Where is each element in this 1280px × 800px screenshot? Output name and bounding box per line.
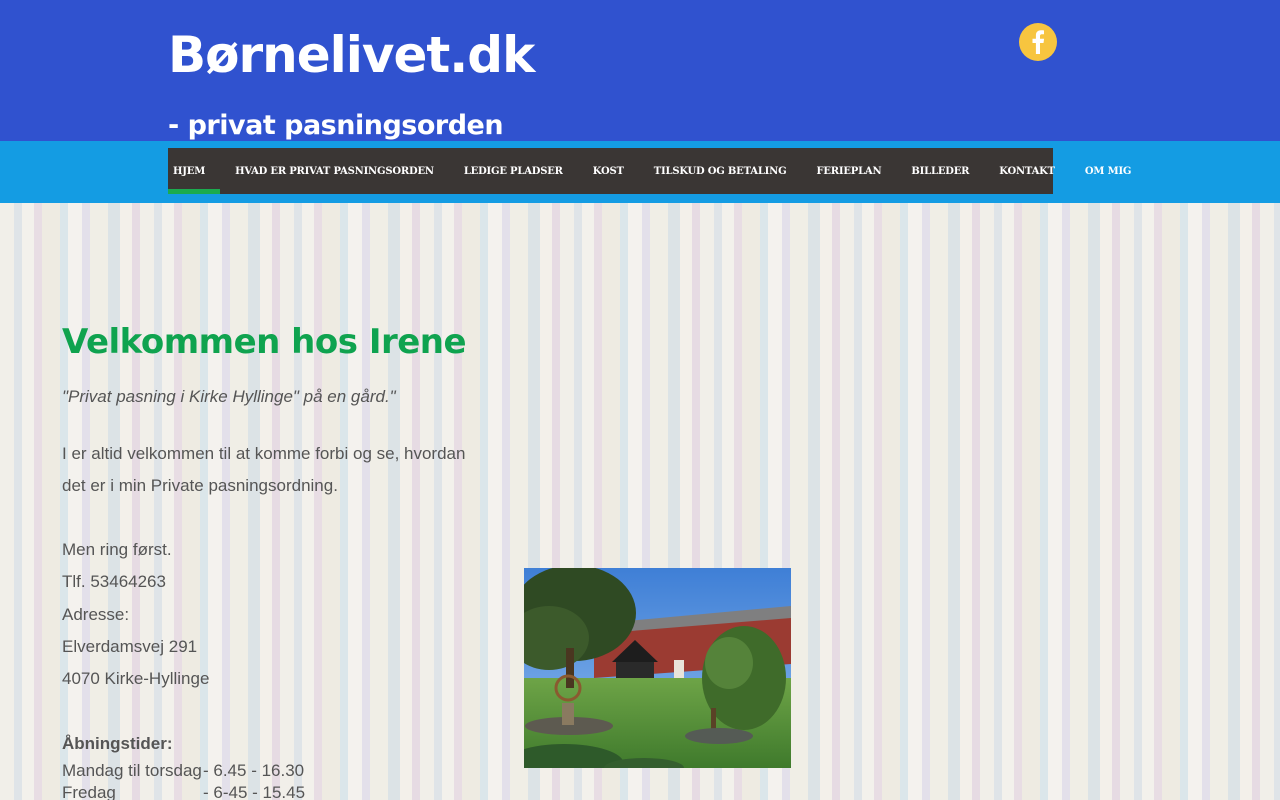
address-street: Elverdamsvej 291	[62, 637, 198, 656]
nav-item-kost[interactable]: KOST	[578, 148, 639, 194]
hours-row-days: Fredag	[62, 783, 116, 800]
hours-row-time: - 6.45 - 16.30	[203, 761, 305, 780]
site-title[interactable]: Børnelivet.dk	[168, 20, 535, 90]
address-label: Adresse:	[62, 605, 130, 624]
nav-item-hvad-er-privat-pasningsorden[interactable]: HVAD ER PRIVAT PASNINGSORDEN	[220, 148, 449, 194]
main-nav: HJEM HVAD ER PRIVAT PASNINGSORDEN LEDIGE…	[168, 148, 1131, 194]
opening-hours-label: Åbningstider:	[62, 734, 173, 753]
page-title: Velkommen hos Irene	[62, 322, 467, 362]
welcome-section: Velkommen hos Irene	[62, 318, 492, 366]
facebook-icon	[1032, 30, 1045, 54]
site-subtitle: - privat pasningsorden	[168, 110, 504, 141]
nav-item-ledige-pladser[interactable]: LEDIGE PLADSER	[449, 148, 578, 194]
site-header: Børnelivet.dk - privat pasningsorden	[0, 0, 1280, 141]
nav-item-tilskud-og-betaling[interactable]: TILSKUD OG BETALING	[639, 148, 802, 194]
hours-row-time: - 6-45 - 15.45	[203, 783, 306, 800]
address-city: 4070 Kirke-Hyllinge	[62, 669, 210, 688]
intro-paragraph: I er altid velkommen til at komme forbi …	[62, 444, 466, 495]
facebook-button[interactable]	[1019, 23, 1057, 61]
phone-text: Tlf. 53464263	[62, 572, 166, 591]
nav-item-om-mig[interactable]: OM MIG	[1070, 148, 1136, 194]
nav-item-ferieplan[interactable]: FERIEPLAN	[801, 148, 896, 194]
farm-garden-photo	[524, 568, 791, 768]
call-first-text: Men ring først.	[62, 540, 172, 559]
farm-garden-illustration	[524, 568, 791, 768]
hours-row-days: Mandag til torsdag	[62, 761, 202, 780]
tagline-quote: "Privat pasning i Kirke Hyllinge" på en …	[62, 387, 396, 406]
nav-item-hjem[interactable]: HJEM	[168, 148, 221, 194]
nav-item-kontakt[interactable]: KONTAKT	[984, 148, 1070, 194]
nav-item-billeder[interactable]: BILLEDER	[896, 148, 984, 194]
